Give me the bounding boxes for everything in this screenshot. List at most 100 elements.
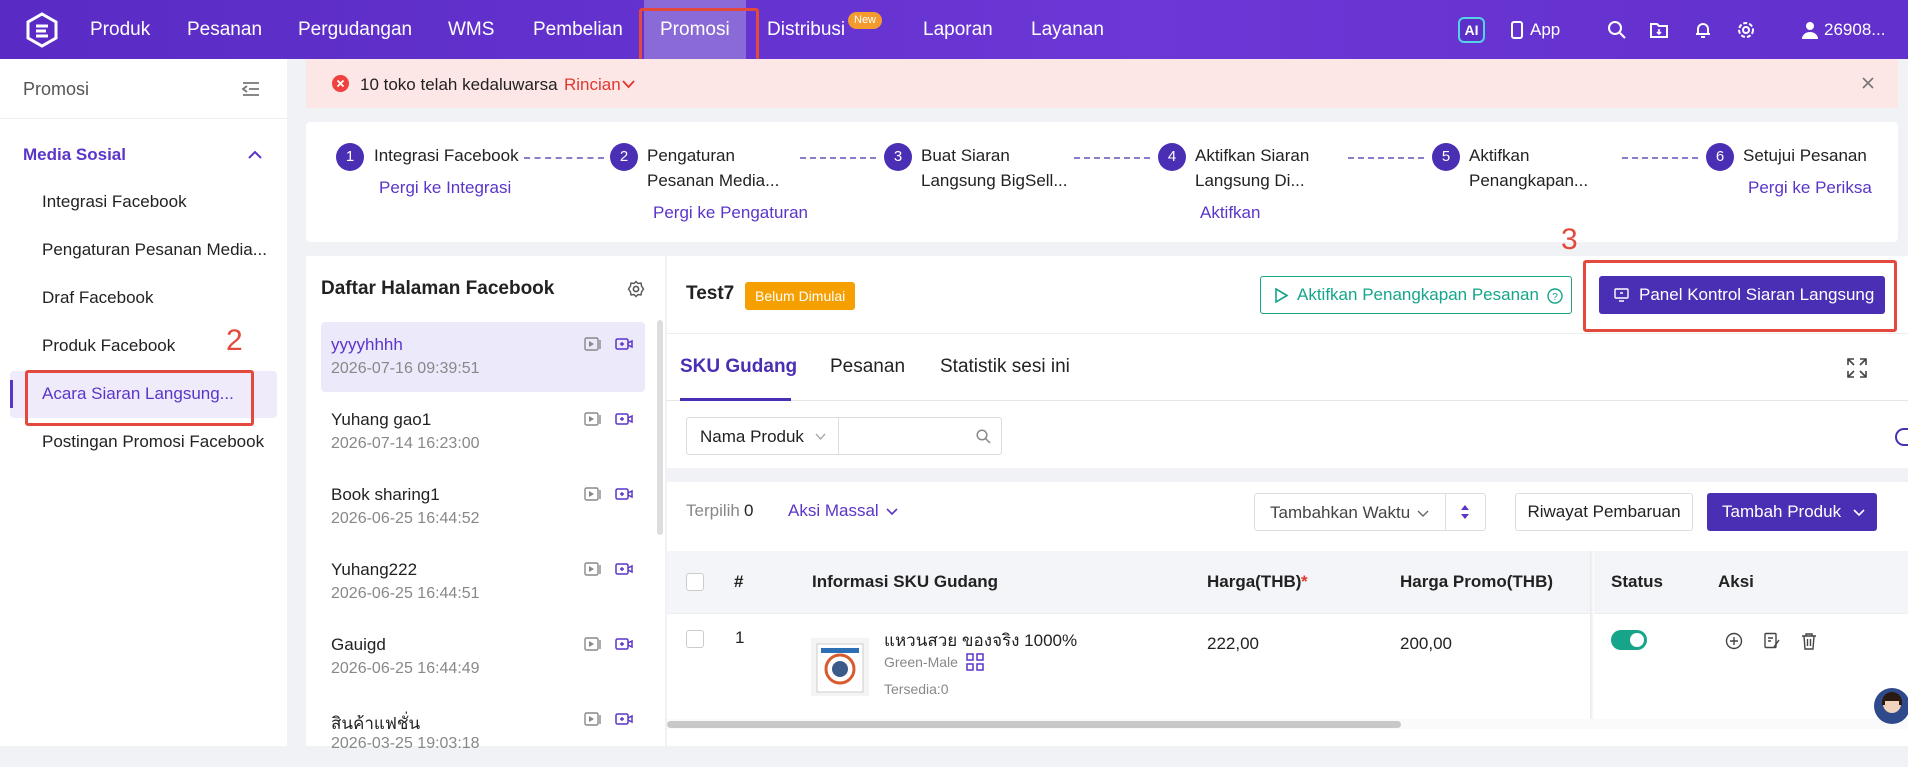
close-icon[interactable] bbox=[1862, 77, 1874, 89]
sidebar-title: Promosi bbox=[23, 79, 90, 99]
sidebar-item-acara-siaran-langsung[interactable]: Acara Siaran Langsung... bbox=[42, 384, 234, 404]
add-video-icon[interactable] bbox=[615, 711, 633, 727]
nav-wms[interactable]: WMS bbox=[448, 0, 494, 59]
filter-field-select[interactable]: Nama Produk bbox=[687, 418, 839, 454]
product-title[interactable]: แหวนสวย ของจริง 1000% bbox=[884, 627, 1077, 654]
nav-produk[interactable]: Produk bbox=[90, 0, 150, 59]
sort-stepper-icon[interactable] bbox=[1459, 503, 1471, 521]
add-video-icon[interactable] bbox=[615, 636, 633, 652]
select-all-checkbox[interactable] bbox=[686, 573, 704, 591]
sidebar-item-draf-facebook[interactable]: Draf Facebook bbox=[42, 288, 154, 308]
side-widget-tab[interactable] bbox=[1895, 428, 1908, 446]
row-number: 1 bbox=[735, 628, 745, 647]
video-library-icon[interactable] bbox=[584, 561, 602, 577]
live-control-panel-button[interactable]: Panel Kontrol Siaran Langsung bbox=[1599, 276, 1885, 314]
sidebar-item-pengaturan-pesanan[interactable]: Pengaturan Pesanan Media... bbox=[42, 240, 267, 260]
setup-steps: 1 Integrasi Facebook Pergi ke Integrasi … bbox=[306, 122, 1898, 242]
fb-page-item[interactable]: yyyyhhhh 2026-07-16 09:39:51 bbox=[321, 322, 645, 392]
sidebar-item-produk-facebook[interactable]: Produk Facebook bbox=[42, 336, 175, 356]
chevron-down-icon[interactable] bbox=[622, 80, 635, 89]
collapse-menu-icon[interactable] bbox=[241, 81, 261, 97]
enable-order-capture-label: Aktifkan Penangkapan Pesanan bbox=[1297, 285, 1539, 304]
ai-button[interactable]: AI bbox=[1458, 17, 1485, 43]
video-library-icon[interactable] bbox=[584, 636, 602, 652]
add-video-icon[interactable] bbox=[615, 561, 633, 577]
assistant-avatar[interactable] bbox=[1872, 686, 1908, 726]
scrollbar-thumb[interactable] bbox=[667, 721, 1401, 728]
table-horizontal-scrollbar[interactable] bbox=[667, 719, 1908, 729]
fb-page-name: yyyyhhhh bbox=[331, 335, 403, 354]
nav-pembelian[interactable]: Pembelian bbox=[533, 0, 623, 59]
product-thumbnail[interactable] bbox=[811, 638, 869, 696]
app-logo-icon[interactable] bbox=[24, 12, 60, 48]
folder-download-icon[interactable] bbox=[1649, 20, 1669, 40]
fb-list-scrollbar[interactable] bbox=[657, 320, 663, 535]
gear-icon[interactable] bbox=[1736, 20, 1756, 40]
add-video-icon[interactable] bbox=[615, 411, 633, 427]
edit-icon[interactable] bbox=[1763, 632, 1781, 650]
enable-order-capture-button[interactable]: Aktifkan Penangkapan Pesanan ? bbox=[1260, 276, 1572, 314]
video-library-icon[interactable] bbox=[584, 411, 602, 427]
add-video-icon[interactable] bbox=[615, 336, 633, 352]
active-tab-underline bbox=[680, 398, 791, 401]
nav-distribusi[interactable]: Distribusi bbox=[767, 0, 845, 59]
fb-page-item[interactable]: Gauigd 2026-06-25 16:44:49 bbox=[321, 622, 645, 692]
sidebar-item-postingan-promosi[interactable]: Postingan Promosi Facebook bbox=[42, 432, 264, 452]
step-1-title: Integrasi Facebook bbox=[374, 146, 519, 165]
delete-icon[interactable] bbox=[1801, 632, 1817, 650]
app-link[interactable]: App bbox=[1530, 0, 1560, 59]
fb-page-name: Yuhang gao1 bbox=[331, 410, 432, 429]
nav-layanan[interactable]: Layanan bbox=[1031, 0, 1104, 59]
fixed-column-shadow bbox=[1590, 551, 1594, 719]
add-video-icon[interactable] bbox=[615, 486, 633, 502]
help-icon[interactable]: ? bbox=[1547, 288, 1563, 304]
add-circle-icon[interactable] bbox=[1725, 632, 1743, 650]
step-4-title-line2: Langsung Di... bbox=[1195, 171, 1305, 190]
user-name[interactable]: 26908... bbox=[1824, 0, 1885, 59]
search-icon[interactable] bbox=[976, 429, 991, 444]
sidebar: Promosi Media Sosial Integrasi Facebook … bbox=[0, 59, 287, 746]
video-library-icon[interactable] bbox=[584, 336, 602, 352]
step-1-link[interactable]: Pergi ke Integrasi bbox=[379, 178, 511, 198]
bell-icon[interactable] bbox=[1693, 20, 1713, 40]
fullscreen-icon[interactable] bbox=[1847, 358, 1867, 378]
step-4-link[interactable]: Aktifkan bbox=[1200, 203, 1260, 223]
nav-pergudangan[interactable]: Pergudangan bbox=[298, 0, 412, 59]
video-library-icon[interactable] bbox=[584, 486, 602, 502]
user-avatar-icon[interactable] bbox=[1800, 20, 1820, 40]
mobile-icon[interactable] bbox=[1507, 20, 1527, 40]
video-library-icon[interactable] bbox=[584, 711, 602, 727]
nav-pesanan[interactable]: Pesanan bbox=[187, 0, 262, 59]
fb-page-item[interactable]: สินค้าแฟชั่น 2026-03-25 19:03:18 bbox=[321, 697, 645, 767]
chevron-up-icon[interactable] bbox=[248, 150, 262, 160]
tab-pesanan[interactable]: Pesanan bbox=[830, 356, 905, 378]
row-checkbox[interactable] bbox=[686, 630, 704, 648]
step-4-number: 4 bbox=[1158, 143, 1186, 171]
nav-promosi[interactable]: Promosi bbox=[644, 0, 746, 59]
sidebar-item-integrasi-facebook[interactable]: Integrasi Facebook bbox=[42, 192, 187, 212]
product-stock: Tersedia:0 bbox=[884, 681, 949, 697]
nav-laporan[interactable]: Laporan bbox=[923, 0, 993, 59]
divider bbox=[1445, 494, 1446, 530]
status-toggle[interactable] bbox=[1611, 630, 1647, 650]
chevron-down-icon[interactable] bbox=[886, 508, 898, 516]
fb-page-item[interactable]: Yuhang222 2026-06-25 16:44:51 bbox=[321, 547, 645, 617]
product-variant: Green-Male bbox=[884, 654, 958, 670]
search-icon[interactable] bbox=[1607, 20, 1627, 40]
add-product-button[interactable]: Tambah Produk bbox=[1707, 493, 1877, 531]
fb-page-item[interactable]: Book sharing1 2026-06-25 16:44:52 bbox=[321, 472, 645, 542]
live-event-name: Test7 bbox=[686, 283, 735, 304]
tab-sku-gudang[interactable]: SKU Gudang bbox=[680, 356, 797, 378]
update-history-button[interactable]: Riwayat Pembaruan bbox=[1515, 493, 1693, 531]
qr-grid-icon[interactable] bbox=[966, 653, 984, 671]
bulk-actions-dropdown[interactable]: Aksi Massal bbox=[788, 501, 879, 521]
step-6-link[interactable]: Pergi ke Periksa bbox=[1748, 178, 1872, 198]
row-promo-price[interactable]: 200,00 bbox=[1400, 634, 1452, 654]
sidebar-section-media-sosial[interactable]: Media Sosial bbox=[23, 145, 126, 165]
alert-details-link[interactable]: Rincian bbox=[564, 75, 621, 95]
add-time-select[interactable]: Tambahkan Waktu bbox=[1254, 493, 1486, 531]
settings-icon[interactable] bbox=[627, 280, 645, 298]
fb-page-item[interactable]: Yuhang gao1 2026-07-14 16:23:00 bbox=[321, 397, 645, 467]
tab-statistik[interactable]: Statistik sesi ini bbox=[940, 356, 1070, 378]
step-2-link[interactable]: Pergi ke Pengaturan bbox=[653, 203, 808, 223]
